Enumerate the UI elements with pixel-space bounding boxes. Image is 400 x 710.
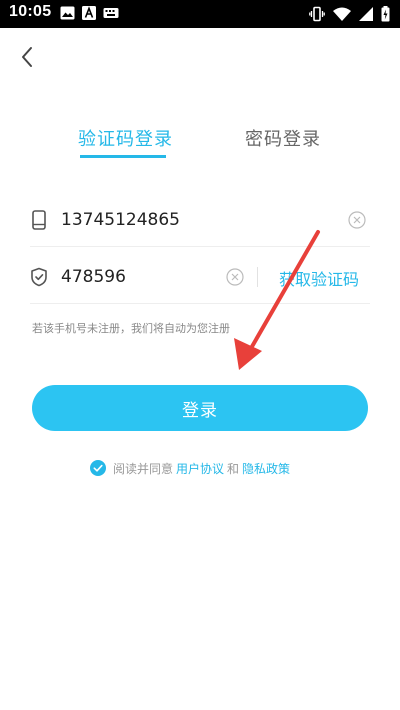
clear-phone-icon[interactable] — [348, 211, 366, 229]
phone-icon — [32, 210, 46, 230]
agree-prefix: 阅读并同意 — [113, 461, 174, 476]
signal-icon — [359, 7, 373, 21]
phone-row-divider — [30, 246, 370, 247]
code-row-divider — [30, 303, 370, 304]
get-code-button[interactable]: 获取验证码 — [279, 266, 359, 290]
font-icon — [82, 6, 96, 20]
user-agreement-link[interactable]: 用户协议 — [176, 460, 224, 477]
wifi-icon — [333, 7, 351, 21]
vibrate-icon — [309, 6, 325, 22]
privacy-policy-link[interactable]: 隐私政策 — [242, 460, 290, 477]
login-button[interactable]: 登录 — [32, 385, 368, 431]
clear-code-icon[interactable] — [226, 268, 244, 286]
status-time: 10:05 — [9, 3, 52, 20]
gallery-icon — [60, 6, 75, 20]
annotation-arrow — [234, 230, 320, 370]
keyboard-icon — [103, 8, 119, 18]
agreement-row: 阅读并同意 用户协议 和 隐私政策 — [90, 458, 293, 478]
tab-password-login[interactable]: 密码登录 — [245, 125, 321, 151]
active-tab-indicator — [80, 155, 166, 158]
status-left-icons — [60, 6, 119, 20]
status-right-icons — [309, 6, 390, 22]
agree-and: 和 — [227, 461, 240, 476]
code-divider — [257, 267, 258, 287]
status-bar: 10:05 — [0, 0, 400, 28]
chevron-left-icon — [22, 47, 32, 67]
code-row: 获取验证码 — [30, 250, 370, 304]
shield-icon — [31, 267, 47, 287]
code-input[interactable] — [61, 264, 211, 290]
phone-row — [30, 193, 370, 247]
auto-register-hint: 若该手机号未注册，我们将自动为您注册 — [32, 322, 230, 335]
tab-sms-login[interactable]: 验证码登录 — [78, 125, 173, 151]
login-tabs: 验证码登录 密码登录 — [0, 125, 400, 165]
agree-checkbox-icon[interactable] — [90, 460, 106, 476]
back-button[interactable] — [14, 44, 40, 70]
battery-charging-icon — [381, 6, 390, 22]
phone-input[interactable] — [61, 207, 331, 233]
